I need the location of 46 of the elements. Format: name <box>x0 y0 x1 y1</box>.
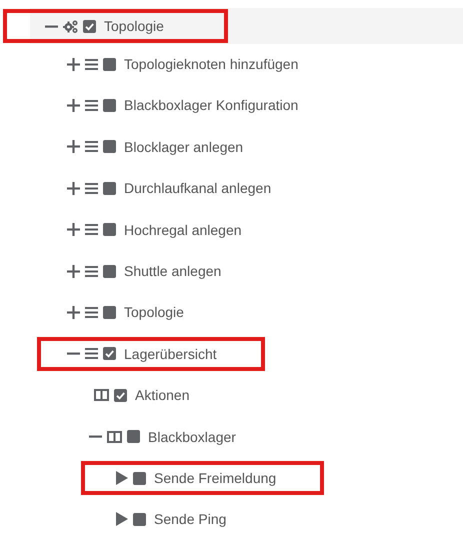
checkbox[interactable] <box>103 264 116 278</box>
list-icon <box>85 348 98 360</box>
expand-icon[interactable] <box>67 98 80 112</box>
tree-item-label[interactable]: Aktionen <box>135 387 190 404</box>
tree-item-label[interactable]: Durchlaufkanal anlegen <box>124 180 272 196</box>
checkbox[interactable] <box>103 58 116 71</box>
play-icon <box>116 512 128 526</box>
tree-item-label[interactable]: Blackboxlager <box>148 428 236 445</box>
tree-item-label[interactable]: Blocklager anlegen <box>124 138 244 155</box>
tree-item-label[interactable]: Shuttle anlegen <box>124 263 222 280</box>
checkbox[interactable] <box>83 20 96 32</box>
columns-icon <box>94 389 109 402</box>
tree-item-label[interactable]: Sende Ping <box>154 511 226 528</box>
tree-item-label[interactable]: Hochregal anlegen <box>124 222 242 238</box>
expand-icon[interactable] <box>67 58 80 71</box>
checkbox[interactable] <box>127 430 140 444</box>
list-icon <box>85 182 98 194</box>
list-icon <box>85 100 98 111</box>
expand-icon[interactable] <box>67 182 80 195</box>
expand-icon[interactable] <box>67 306 80 319</box>
tree-item-label[interactable]: Sende Freimeldung <box>154 470 276 486</box>
expand-icon[interactable] <box>67 264 80 278</box>
columns-icon <box>107 430 122 443</box>
list-icon <box>85 141 98 152</box>
checkbox[interactable] <box>103 182 116 195</box>
play-icon <box>116 471 128 485</box>
checkbox[interactable] <box>103 347 116 360</box>
checkbox[interactable] <box>133 472 146 484</box>
tree-item-label[interactable]: Topologieknoten hinzufügen <box>124 56 298 72</box>
expand-icon[interactable] <box>67 223 80 236</box>
checkbox[interactable] <box>103 223 116 236</box>
tree-item-label[interactable]: Blackboxlager Konfiguration <box>124 97 298 114</box>
checkbox[interactable] <box>133 512 146 526</box>
tree-item-label[interactable]: Lagerübersicht <box>124 346 217 362</box>
list-icon <box>85 224 98 236</box>
list-icon <box>85 306 98 318</box>
checkbox[interactable] <box>103 140 116 154</box>
checkbox[interactable] <box>103 98 116 112</box>
list-icon <box>85 58 98 70</box>
expand-icon[interactable] <box>67 140 80 154</box>
checkbox[interactable] <box>114 388 127 402</box>
list-icon <box>85 266 98 277</box>
checkbox[interactable] <box>103 306 116 319</box>
tree-item-label[interactable]: Topologie <box>124 304 184 320</box>
tree-item-label[interactable]: Topologie <box>104 18 164 34</box>
gears-icon <box>63 20 78 32</box>
